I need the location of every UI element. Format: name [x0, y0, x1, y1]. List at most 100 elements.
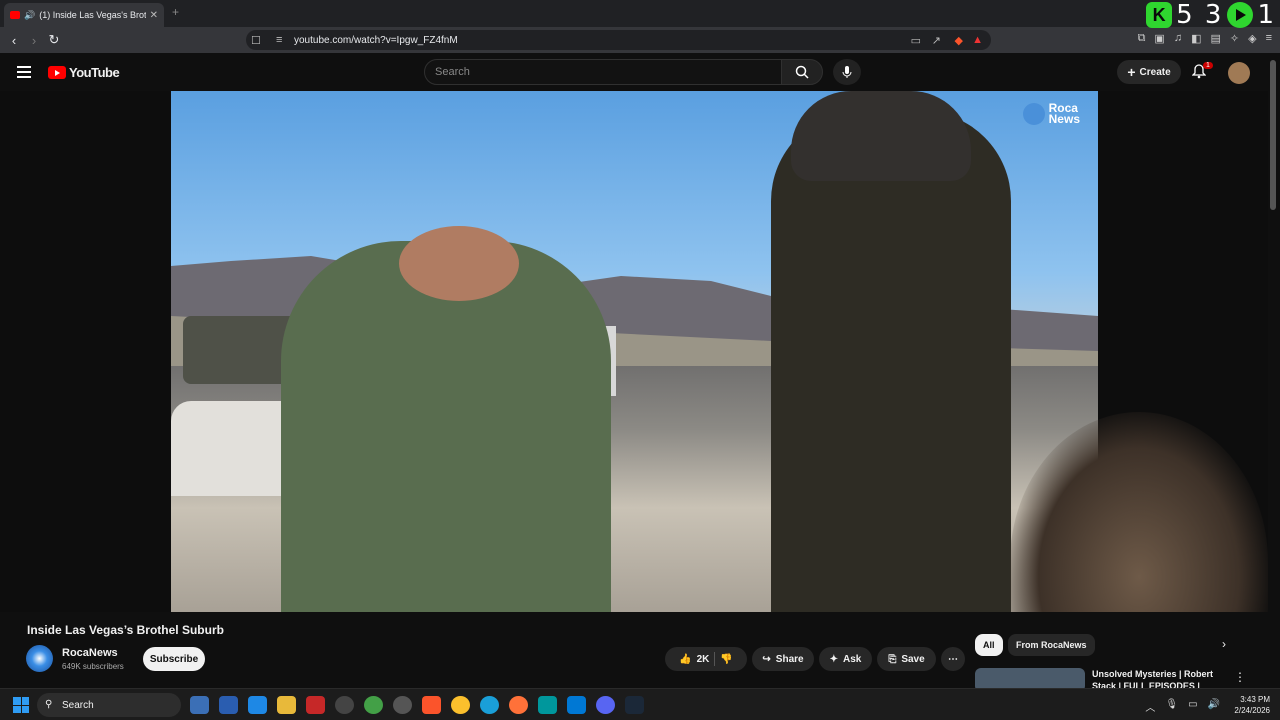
subscribe-button[interactable]: Subscribe: [143, 647, 205, 671]
voice-search-button[interactable]: [833, 59, 861, 85]
system-tray: ︿ 🎙 ▭ 🔊: [1145, 699, 1220, 714]
speaker-icon: 🔊: [24, 9, 36, 20]
save-button[interactable]: ⎘ Save: [877, 647, 936, 671]
file-explorer-icon[interactable]: [277, 696, 296, 714]
reload-icon[interactable]: ↻: [44, 32, 64, 48]
rumble-viewer-count: 1: [1257, 0, 1276, 30]
taskbar-search[interactable]: ⚲ Search: [37, 693, 181, 717]
stream-overlay: K 5 3 1: [1146, 0, 1280, 30]
leo-ai-icon[interactable]: ✧: [1230, 32, 1239, 45]
watermark-text: Roca News: [1048, 101, 1080, 126]
address-bar[interactable]: ☐ ≡ youtube.com/watch?v=Ipgw_FZ4fnM ▭ ↗ …: [246, 30, 991, 50]
search-input[interactable]: Search: [424, 59, 782, 85]
taskbar-search-icon: ⚲: [45, 699, 53, 710]
subscriber-count: 649K subscribers: [62, 662, 124, 671]
youtube-logo-text: YouTube: [69, 65, 120, 80]
account-avatar[interactable]: [1228, 62, 1250, 84]
like-button[interactable]: 👍 2K: [679, 654, 709, 665]
rewards-icon[interactable]: ▲: [972, 34, 983, 46]
settings-app-icon[interactable]: [190, 696, 209, 714]
youtube-logo[interactable]: YouTube: [48, 65, 120, 80]
channel-avatar[interactable]: [26, 645, 53, 672]
arduino-app-icon[interactable]: [538, 696, 557, 714]
create-button[interactable]: + Create: [1117, 60, 1181, 84]
url-text[interactable]: youtube.com/watch?v=Ipgw_FZ4fnM: [294, 35, 458, 46]
vpn-app-icon[interactable]: [364, 696, 383, 714]
screenshot-icon[interactable]: ▣: [1154, 32, 1164, 45]
hamburger-menu-icon[interactable]: [17, 66, 31, 81]
youtube-favicon-icon: [10, 11, 20, 19]
divider: [714, 652, 716, 666]
tray-chevron-icon[interactable]: ︿: [1145, 699, 1155, 714]
like-dislike-group: 👍 2K 👎: [665, 647, 747, 671]
tray-volume-icon[interactable]: 🔊: [1208, 699, 1220, 714]
taskbar-clock[interactable]: 3:43 PM 2/24/2026: [1234, 694, 1270, 716]
tray-mic-icon[interactable]: 🎙: [1165, 699, 1178, 714]
discord-app-icon[interactable]: [596, 696, 615, 714]
channel-name[interactable]: RocaNews: [62, 647, 118, 659]
cast-icon[interactable]: ▭: [911, 34, 921, 47]
edge-app-icon[interactable]: [480, 696, 499, 714]
wallet-icon[interactable]: ▤: [1210, 32, 1220, 45]
page-scrollbar[interactable]: [1270, 60, 1276, 210]
video-player[interactable]: Roca News: [171, 91, 1098, 612]
windows-taskbar: ⚲ Search ︿ 🎙 ▭ 🔊 3:43 PM 2/24/2026: [0, 688, 1280, 720]
chip-all[interactable]: All: [975, 634, 1003, 656]
extensions-icon[interactable]: ⧉: [1138, 32, 1146, 45]
browser-menu-icon[interactable]: ≡: [1266, 32, 1272, 45]
save-label: Save: [901, 653, 925, 665]
tray-display-icon[interactable]: ▭: [1188, 699, 1197, 714]
related-more-icon[interactable]: ⋮: [1234, 670, 1246, 684]
rocanews-watermark: Roca News: [1022, 101, 1080, 126]
taskbar-search-label: Search: [62, 699, 94, 711]
steam-app-icon[interactable]: [625, 696, 644, 714]
create-label: Create: [1139, 66, 1171, 78]
new-tab-button[interactable]: +: [172, 5, 179, 19]
word-app-icon[interactable]: [219, 696, 238, 714]
share-icon: ↪: [762, 653, 771, 665]
clock-time: 3:43 PM: [1240, 695, 1270, 704]
more-actions-button[interactable]: ⋯: [941, 647, 965, 671]
video-title: Inside Las Vegas’s Brothel Suburb: [27, 623, 224, 637]
news-app-icon[interactable]: [306, 696, 325, 714]
timer-app-icon[interactable]: [335, 696, 354, 714]
sidebar-icon[interactable]: ◧: [1191, 32, 1201, 45]
back-icon[interactable]: ‹: [4, 33, 24, 48]
windows-start-icon[interactable]: [13, 697, 29, 713]
video-info-panel: Inside Las Vegas’s Brothel Suburb RocaNe…: [0, 612, 1280, 692]
rumble-logo-icon: [1227, 2, 1254, 28]
youtube-play-icon: [48, 66, 66, 79]
cap-shape: [791, 91, 971, 181]
media-icon[interactable]: ♫: [1174, 32, 1182, 45]
chevron-right-icon[interactable]: ›: [1222, 637, 1226, 651]
chrome-app-icon[interactable]: [451, 696, 470, 714]
ask-button[interactable]: ✦ Ask: [819, 647, 872, 671]
tab-title: (1) Inside Las Vegas's Brothel: [39, 10, 145, 20]
share-page-icon[interactable]: ↗: [932, 34, 941, 47]
brave-app-icon[interactable]: [422, 696, 441, 714]
forward-icon[interactable]: ›: [24, 33, 44, 48]
notification-badge: 1: [1203, 62, 1213, 69]
youtube-header: YouTube Search + Create 1: [0, 53, 1280, 91]
browser-tab[interactable]: 🔊 (1) Inside Las Vegas's Brothel ✕: [4, 3, 164, 27]
man-figure: [771, 111, 1011, 612]
chip-from-rocanews[interactable]: From RocaNews: [1008, 634, 1095, 656]
search-button[interactable]: [781, 59, 823, 85]
site-info-icon[interactable]: ≡: [276, 34, 282, 46]
vscode-app-icon[interactable]: [567, 696, 586, 714]
microphone-icon: [842, 66, 852, 78]
search-icon: [795, 65, 809, 79]
tab-close-icon[interactable]: ✕: [150, 10, 158, 21]
obs-app-icon[interactable]: [393, 696, 412, 714]
clock-date: 2/24/2026: [1234, 706, 1270, 715]
remote-app-icon[interactable]: [248, 696, 267, 714]
thumbs-up-icon: 👍: [679, 653, 692, 665]
bookmark-icon[interactable]: ☐: [251, 34, 261, 47]
firefox-app-icon[interactable]: [509, 696, 528, 714]
share-button[interactable]: ↪ Share: [752, 647, 814, 671]
brave-shield-icon[interactable]: ◆: [955, 34, 963, 47]
vpn-icon[interactable]: ◈: [1248, 32, 1256, 45]
kick-viewer-count: 5 3: [1176, 0, 1224, 30]
extension-icons: ⧉ ▣ ♫ ◧ ▤ ✧ ◈ ≡: [1138, 32, 1272, 45]
dislike-button[interactable]: 👎: [720, 654, 732, 665]
